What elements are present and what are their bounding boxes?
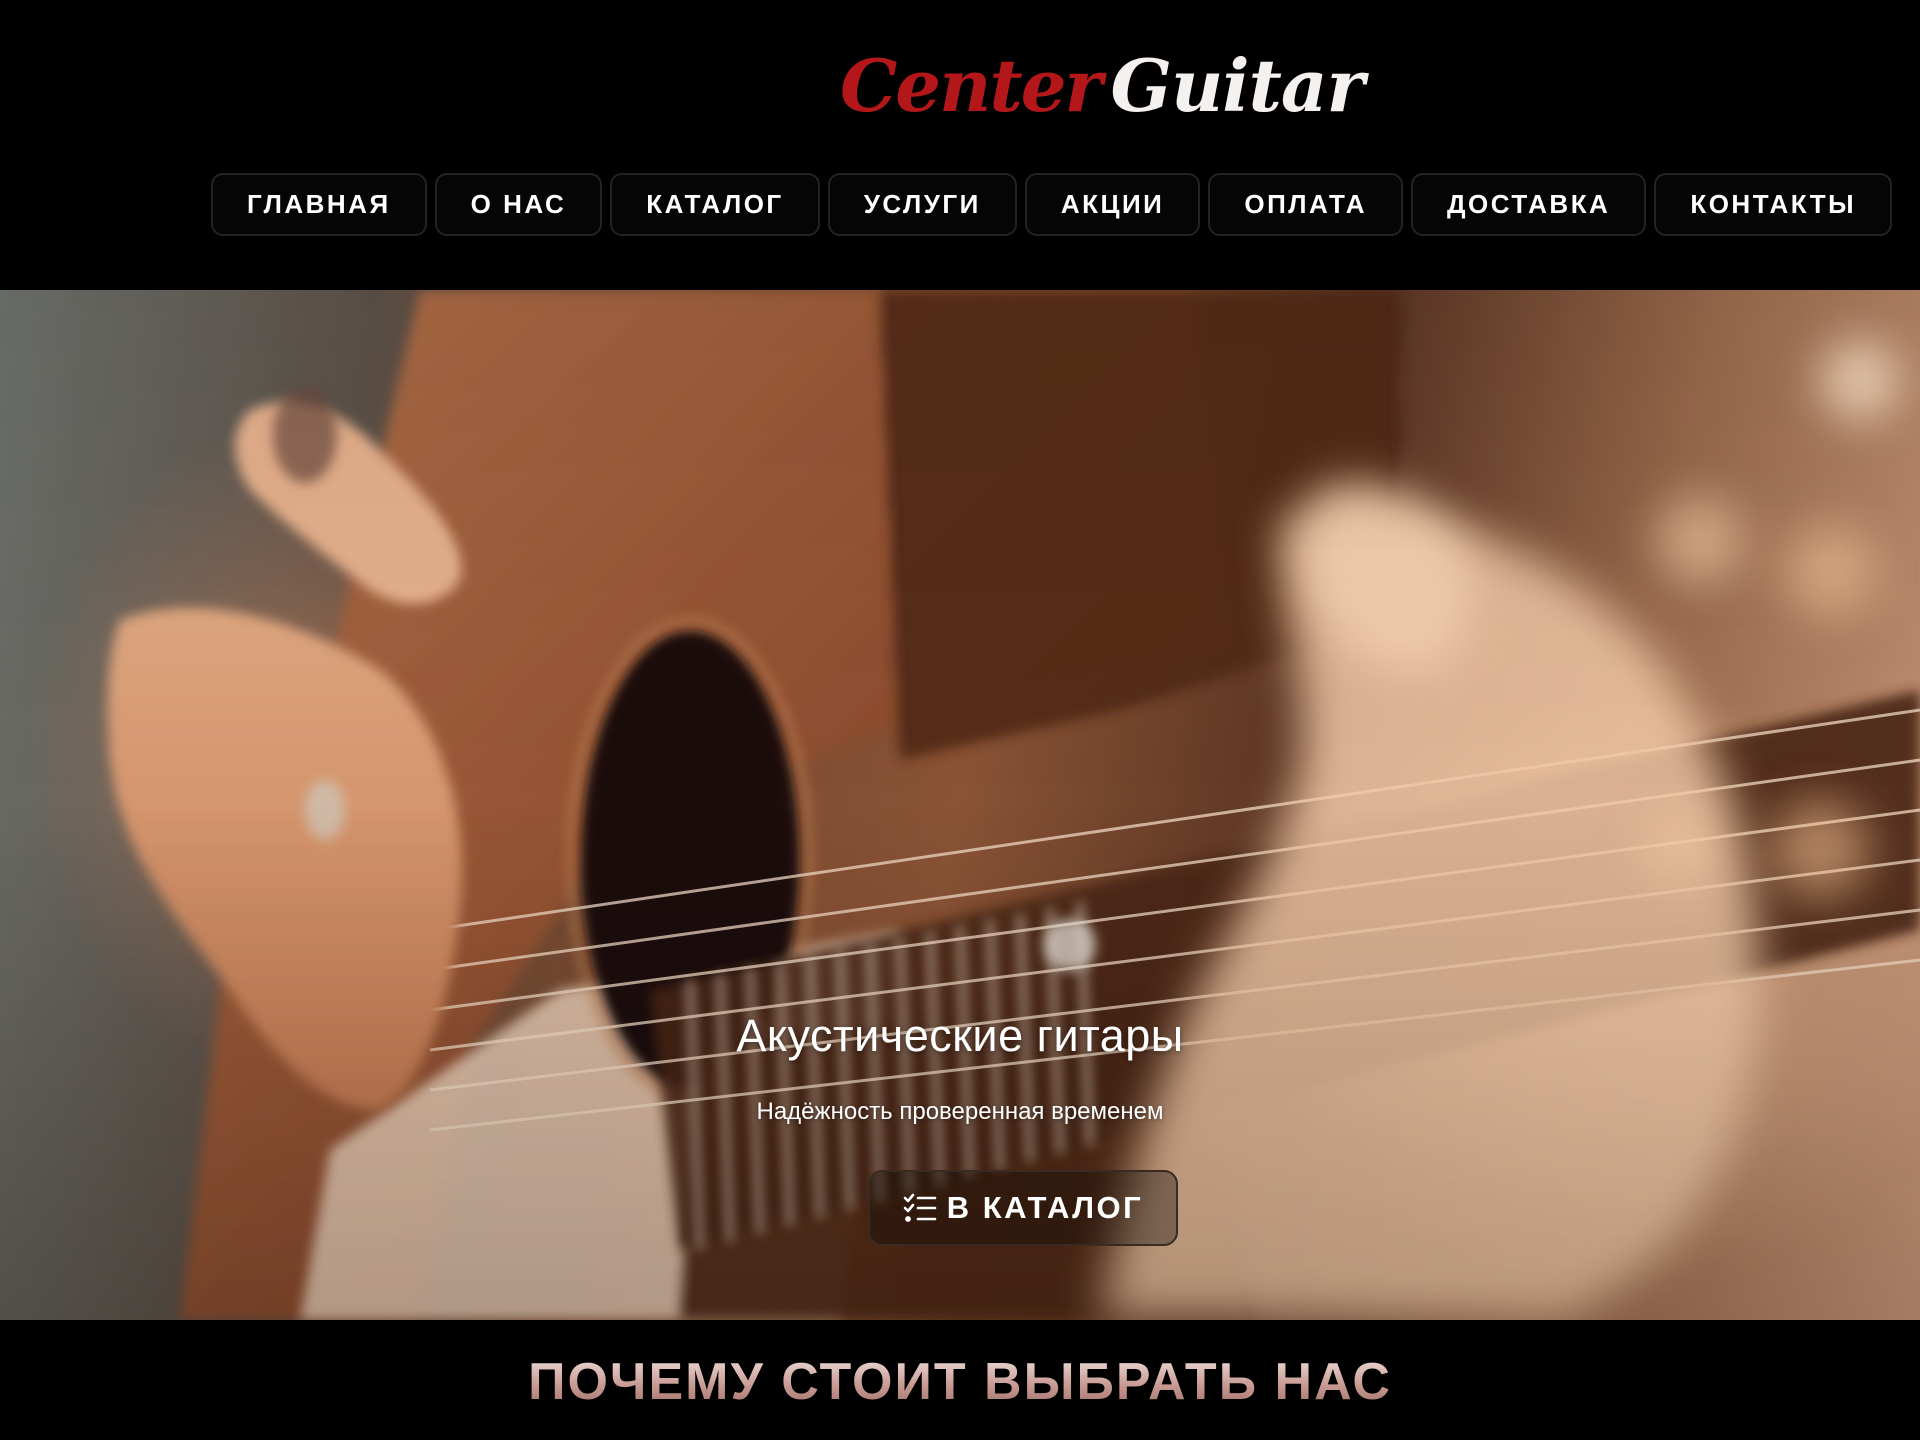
site-header: Center Guitar ГЛАВНАЯ О НАС КАТАЛОГ УСЛУ… (0, 0, 1920, 290)
main-nav: ГЛАВНАЯ О НАС КАТАЛОГ УСЛУГИ АКЦИИ ОПЛАТ… (211, 173, 1893, 236)
hero-overlay (0, 290, 1920, 1320)
page: Center Guitar ГЛАВНАЯ О НАС КАТАЛОГ УСЛУ… (0, 0, 1920, 1440)
hero-subtitle: Надёжность проверенная временем (756, 1098, 1164, 1125)
nav-item-about[interactable]: О НАС (434, 173, 603, 236)
hero-title: Акустические гитары (736, 1010, 1184, 1061)
nav-item-home[interactable]: ГЛАВНАЯ (211, 173, 427, 236)
nav-item-catalog[interactable]: КАТАЛОГ (610, 173, 820, 236)
why-us-section: ПОЧЕМУ СТОИТ ВЫБРАТЬ НАС (0, 1320, 1920, 1440)
nav-item-payment[interactable]: ОПЛАТА (1208, 173, 1404, 236)
site-logo[interactable]: Center Guitar (840, 43, 1365, 130)
nav-item-promotions[interactable]: АКЦИИ (1024, 173, 1201, 236)
nav-item-contacts[interactable]: КОНТАКТЫ (1654, 173, 1893, 236)
nav-item-delivery[interactable]: ДОСТАВКА (1411, 173, 1647, 236)
checklist-icon (903, 1193, 937, 1222)
hero-banner: Акустические гитары Надёжность проверенн… (0, 290, 1920, 1320)
why-us-title: ПОЧЕМУ СТОИТ ВЫБРАТЬ НАС (0, 1352, 1920, 1412)
catalog-button[interactable]: В КАТАЛОГ (868, 1170, 1178, 1246)
nav-item-services[interactable]: УСЛУГИ (827, 173, 1017, 236)
logo-text-guitar: Guitar (1110, 43, 1364, 128)
catalog-button-label: В КАТАЛОГ (946, 1190, 1144, 1225)
logo-text-center: Center (840, 43, 1102, 128)
